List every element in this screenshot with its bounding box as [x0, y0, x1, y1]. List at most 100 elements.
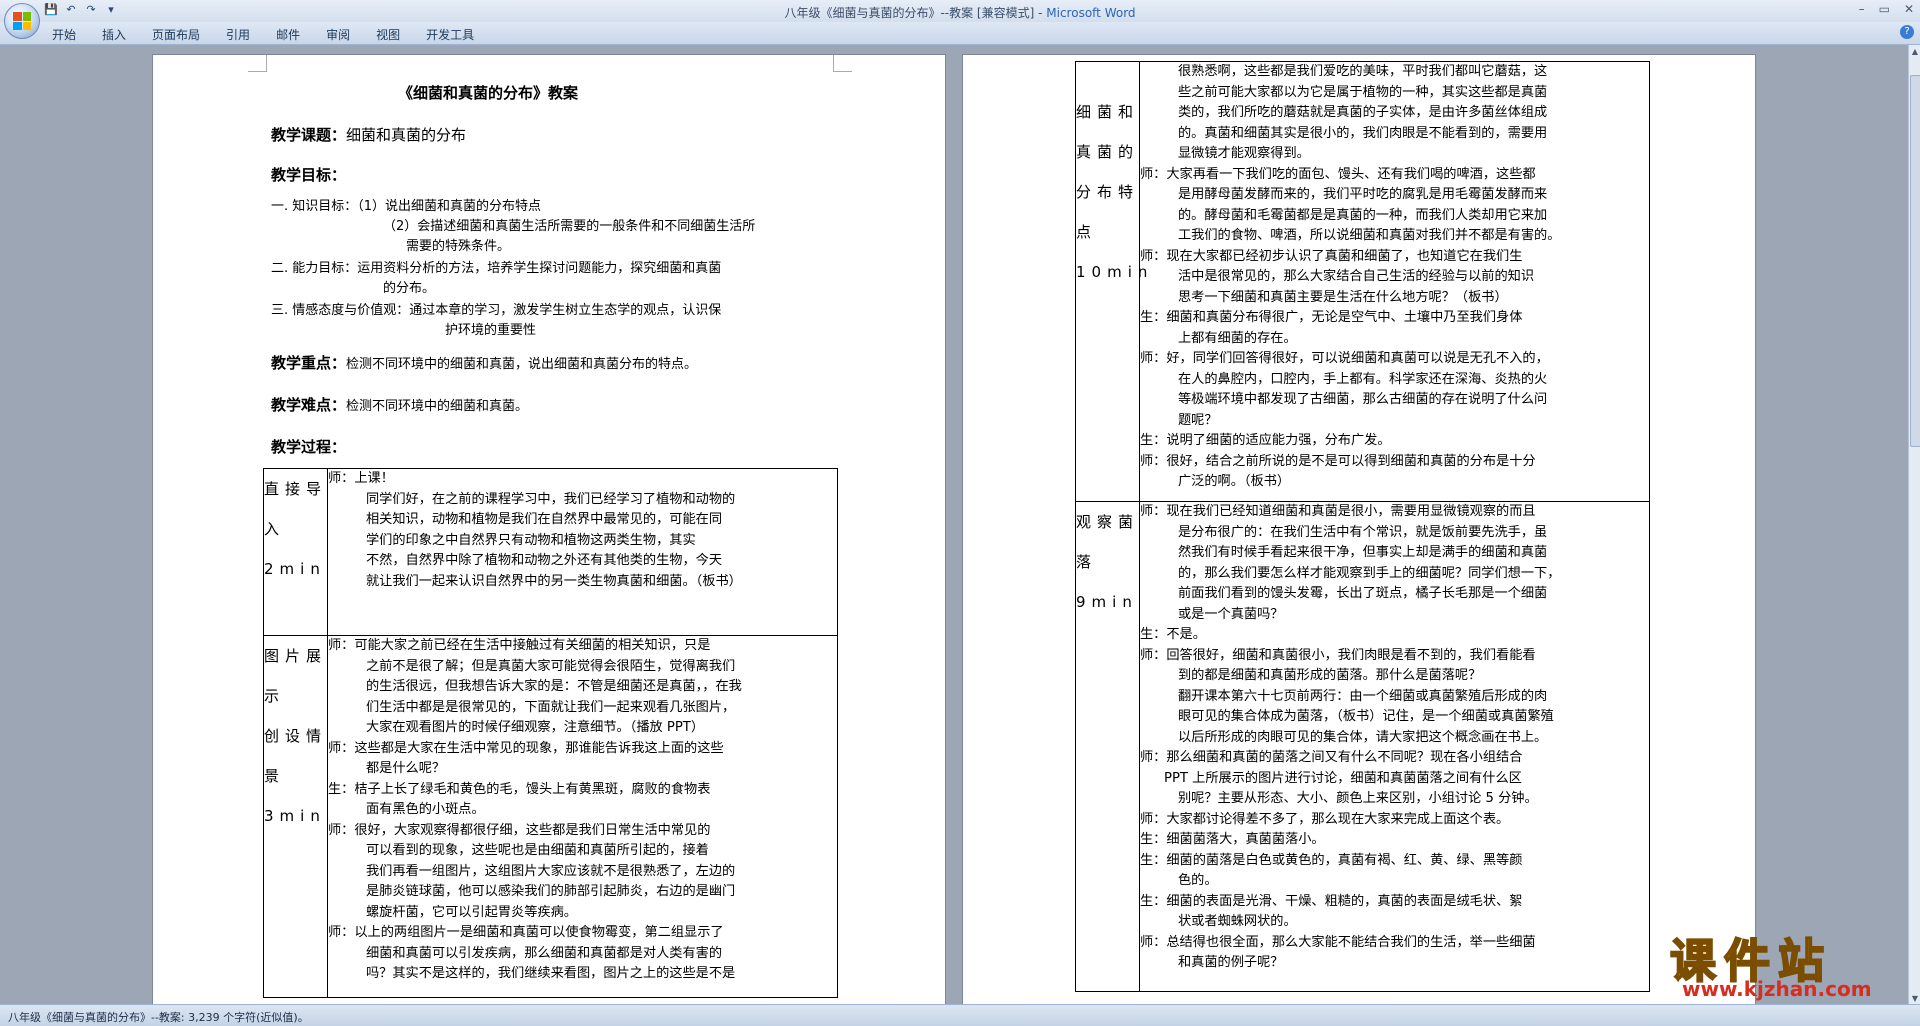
dialogue-line: 些之前可能大家都以为它是属于植物的一种，其实这些都是真菌 [1178, 84, 1548, 100]
key-points-line: 教学重点：检测不同环境中的细菌和真菌，说出细菌和真菌分布的特点。 [271, 353, 697, 375]
status-bar: 八年级《细菌与真菌的分布》--教案: 3,239 个字符(近似值)。 [0, 1004, 1920, 1026]
dialogue-line: 师：现在我们已经知道细菌和真菌是很小，需要用显微镜观察的而且 [1140, 504, 1536, 519]
dialogue-line: 别呢？主要从形态、大小、颜色上来区别，小组讨论 5 分钟。 [1178, 791, 1538, 806]
segment-label: 真菌的 [1076, 143, 1140, 161]
table-row: 观察菌 落 9min 师：现在我们已经知道细菌和真菌是很小，需要用显微镜观察的而… [1075, 501, 1650, 992]
dialogue-line: 师：总结得也很全面，那么大家能不能结合我们的生活，举一些细菌 [1140, 934, 1536, 950]
vertical-scrollbar[interactable]: ▲ ▼ [1908, 45, 1920, 1005]
dialogue-line: 眼可见的集合体成为菌落，（板书）记住，是一个细菌或真菌繁殖 [1178, 709, 1554, 724]
segment-label: 点 [1076, 223, 1098, 241]
dialogue-line: 我们再看一组图片，这组图片大家应该就不是很熟悉了，左边的 [366, 863, 736, 879]
difficulty-line: 教学难点：检测不同环境中的细菌和真菌。 [271, 395, 528, 417]
tab-view[interactable]: 视图 [376, 26, 400, 43]
page-1: 《细菌和真菌的分布》教案 教学课题：细菌和真菌的分布 教学目标： 一. 知识目标… [153, 55, 945, 1004]
topic-label: 教学课题： [271, 126, 347, 144]
dialogue-line: 生：细菌菌落大，真菌菌落小。 [1140, 832, 1325, 847]
dialogue-line: 然我们有时候手看起来很干净，但事实上却是满手的细菌和真菌 [1178, 545, 1548, 560]
topic-text: 细菌和真菌的分布 [346, 126, 467, 144]
segment-label: 景 [264, 767, 286, 785]
dialogue-line: 之前不是很了解；但是真菌大家可能觉得会很陌生，觉得离我们 [366, 658, 736, 674]
tab-review[interactable]: 审阅 [326, 26, 350, 43]
dialogue-line: 是肺炎链球菌，他可以感染我们的肺部引起肺炎，右边的是幽门 [366, 884, 736, 899]
scroll-down-icon[interactable]: ▼ [1910, 994, 1920, 1003]
tab-page-layout[interactable]: 页面布局 [152, 26, 200, 43]
key-points-label: 教学重点： [271, 354, 347, 372]
goal-line: 的分布。 [383, 281, 436, 296]
dialogue-line: 师：上课！ [328, 471, 394, 486]
segment-label: 入 [264, 520, 286, 538]
minimize-button[interactable]: – [1859, 2, 1865, 16]
dialogue-line: 思考一下细菌和真菌主要是生活在什么地方呢？（板书） [1178, 289, 1508, 305]
dialogue-line: 广泛的啊。（板书） [1178, 474, 1291, 489]
table-row: 图片展 示 创设情 景 3min 师：可能大家之前已经在生活中接触过有关细菌的相… [263, 635, 838, 998]
dialogue-line: 是分布很广的：在我们生活中有个常识，就是饭前要先洗手，虽 [1178, 524, 1548, 540]
window-controls: – ▭ ✕ [1859, 2, 1914, 16]
dialogue-line: 螺旋杆菌，它可以引起胃炎等疾病。 [366, 904, 577, 920]
tab-insert[interactable]: 插入 [102, 26, 126, 43]
dialogue-line: 或是一个真菌吗？ [1178, 606, 1284, 622]
segment-cell: 图片展 示 创设情 景 3min [263, 635, 328, 998]
scroll-up-icon[interactable]: ▲ [1910, 47, 1920, 56]
dialogue-line: 不然，自然界中除了植物和动物之外还有其他类的生物，今天 [366, 553, 723, 568]
tab-mailings[interactable]: 邮件 [276, 26, 300, 43]
close-button[interactable]: ✕ [1904, 2, 1914, 16]
dialogue-line: 生：细菌的表面是光滑、干燥、粗糙的，真菌的表面是绒毛状、絮 [1140, 893, 1523, 909]
goal-line: （2）会描述细菌和真菌生活所需要的一般条件和不同细菌生活所 [383, 219, 756, 234]
dialogue-line: 状或者蜘蛛网状的。 [1178, 914, 1297, 929]
segment-time: 10min [1076, 263, 1154, 281]
topic-line: 教学课题：细菌和真菌的分布 [271, 125, 466, 147]
dialogue-line: 活中是很常见的，那么大家结合自己生活的经验与以前的知识 [1178, 269, 1535, 284]
process-label: 教学过程： [271, 438, 347, 456]
status-text: 八年级《细菌与真菌的分布》--教案: 3,239 个字符(近似值)。 [8, 1011, 309, 1024]
document-title-heading: 《细菌和真菌的分布》教案 [398, 84, 579, 102]
segment-time: 落 9min [1076, 553, 1138, 611]
dialogue-line: 大家在观看图片的时候仔细观察，注意细节。（播放 PPT） [366, 720, 705, 735]
tab-home[interactable]: 开始 [52, 26, 76, 43]
page-2: 细菌和 真菌的 分布特 点 10min 很熟悉啊，这些都是我们爱吃的美味，平时我… [963, 55, 1755, 1004]
dialogue-line: 可以看到的现象，这些呢也是由细菌和真菌所引起的，接着 [366, 843, 709, 858]
watermark-logo: 课件站 www.kjzhan.com [1669, 925, 1908, 1005]
segment-label: 观察菌 [1076, 513, 1140, 531]
content-cell: 很熟悉啊，这些都是我们爱吃的美味，平时我们都叫它蘑菇，这 些之前可能大家都以为它… [1139, 61, 1650, 502]
dialogue-line: 等极端环境中都发现了古细菌，那么古细菌的存在说明了什么问 [1178, 392, 1548, 407]
tab-developer[interactable]: 开发工具 [426, 26, 474, 43]
dialogue-line: 生：桔子上长了绿毛和黄色的毛，馒头上有黄黑斑，腐败的食物表 [328, 781, 711, 797]
dialogue-line: 题呢？ [1178, 412, 1218, 428]
margin-mark [248, 55, 267, 72]
dialogue-line: 师：这些都是大家在生活中常见的现象，那谁能告诉我这上面的这些 [328, 740, 724, 756]
dialogue-line: 师：现在大家都已经初步认识了真菌和细菌了，也知道它在我们生 [1140, 248, 1523, 264]
restore-button[interactable]: ▭ [1879, 2, 1890, 16]
dialogue-line: 师：那么细菌和真菌的菌落之间又有什么不同呢？现在各小组结合 [1140, 750, 1523, 765]
dialogue-line: 师：以上的两组图片一是细菌和真菌可以使食物霉变，第二组显示了 [328, 925, 724, 940]
content-cell: 师：可能大家之前已经在生活中接触过有关细菌的相关知识，只是 之前不是很了解；但是… [327, 635, 838, 998]
dialogue-line: 显微镜才能观察得到。 [1178, 146, 1310, 161]
scrollbar-thumb[interactable] [1910, 75, 1920, 447]
dialogue-line: 生：细菌的菌落是白色或黄色的，真菌有褐、红、黄、绿、黑等颜 [1140, 852, 1523, 868]
ribbon-tabs: 开始 插入 页面布局 引用 邮件 审阅 视图 开发工具 [52, 26, 500, 43]
goal-line: 需要的特殊条件。 [406, 239, 511, 254]
segment-label: 示 [264, 687, 286, 705]
help-icon[interactable]: ? [1900, 25, 1914, 39]
dialogue-line: 学们的印象之中自然界只有动物和植物这两类生物，其实 [366, 532, 696, 548]
dialogue-line: 翻开课本第六十七页前两行：由一个细菌或真菌繁殖后形成的肉 [1178, 688, 1548, 704]
goals-label: 教学目标： [271, 166, 347, 184]
document-area: 《细菌和真菌的分布》教案 教学课题：细菌和真菌的分布 教学目标： 一. 知识目标… [0, 45, 1908, 1004]
segment-cell: 直接导 入 2min [263, 468, 328, 636]
dialogue-line: 生：细菌和真菌分布得很广，无论是空气中、土壤中乃至我们身体 [1140, 310, 1523, 325]
dialogue-line: 是用酵母菌发酵而来的，我们平时吃的腐乳是用毛霉菌发酵而来 [1178, 187, 1548, 202]
goal-line: 二. 能力目标：运用资料分析的方法，培养学生探讨问题能力，探究细菌和真菌 [271, 261, 722, 276]
segment-time: 2min [264, 560, 326, 578]
goal-line: 一. 知识目标：（1）说出细菌和真菌的分布特点 [271, 199, 542, 214]
title-bar: 💾 ↶ ↷ ▾ 八年级《细菌与真菌的分布》--教案 [兼容模式] - Micro… [0, 0, 1920, 22]
dialogue-line: 就让我们一起来认识自然界中的另一类生物真菌和细菌。（板书） [366, 573, 742, 589]
tab-references[interactable]: 引用 [226, 26, 250, 43]
dialogue-line: 都是什么呢？ [366, 761, 446, 776]
app-name: Microsoft Word [1046, 6, 1136, 20]
content-cell: 师：现在我们已经知道细菌和真菌是很小，需要用显微镜观察的而且 是分布很广的：在我… [1139, 501, 1650, 992]
segment-cell: 细菌和 真菌的 分布特 点 10min [1075, 61, 1154, 502]
segment-label: 细菌和 [1076, 103, 1140, 121]
dialogue-line: 和真菌的例子呢？ [1178, 955, 1284, 970]
office-button[interactable] [4, 3, 40, 39]
segment-label: 图片展 [264, 647, 328, 665]
dialogue-line: 前面我们看到的馒头发霉，长出了斑点，橘子长毛那是一个细菌 [1178, 586, 1548, 601]
